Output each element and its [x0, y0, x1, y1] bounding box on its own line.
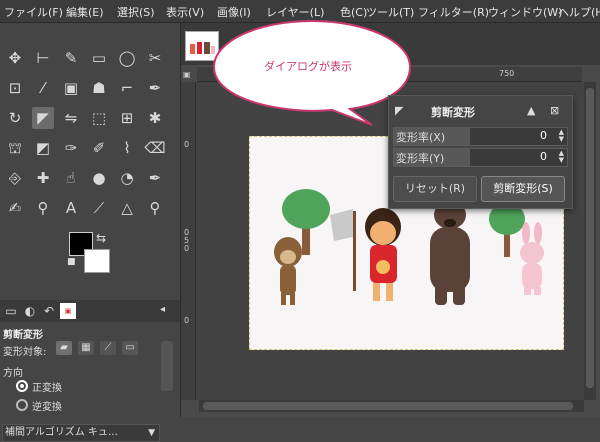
panel-menu-icon[interactable]: ◂: [160, 304, 165, 315]
vruler-label: 0: [184, 316, 190, 325]
align-icon[interactable]: ⊢: [32, 47, 54, 69]
horizontal-scroll-thumb[interactable]: [203, 402, 573, 410]
transform-path-icon[interactable]: ⟋: [100, 341, 116, 355]
swap-colors-icon[interactable]: ⇆: [96, 231, 106, 245]
shear-tool-icon: ◤: [395, 104, 404, 117]
paths-icon[interactable]: ✒: [144, 77, 166, 99]
shear-y-label: 変形率(Y): [396, 152, 445, 165]
eraser-icon[interactable]: ⌫: [144, 137, 166, 159]
rotate-icon[interactable]: ↻: [4, 107, 26, 129]
vertical-scroll-thumb[interactable]: [586, 88, 594, 388]
ellipse-select-icon[interactable]: ◯: [116, 47, 138, 69]
transform-layer-icon[interactable]: ▰: [56, 341, 72, 355]
shear-y-field[interactable]: 変形率(Y) 0 ▲ ▼: [393, 148, 568, 167]
tool-options-tab-icon[interactable]: ▭: [3, 303, 19, 319]
heal-icon[interactable]: ✚: [32, 167, 54, 189]
dodge-icon[interactable]: ◔: [116, 167, 138, 189]
transform-target-label: 変形対象:: [3, 347, 47, 358]
airbrush-icon[interactable]: ⌇: [116, 137, 138, 159]
chevron-down-icon: ▼: [148, 428, 155, 438]
clone-icon[interactable]: ⎆: [4, 167, 26, 189]
flip-icon[interactable]: ⇋: [60, 107, 82, 129]
move-icon[interactable]: ✥: [4, 47, 26, 69]
blur-icon[interactable]: ●: [88, 167, 110, 189]
default-colors-icon[interactable]: ■: [67, 257, 76, 267]
warp-icon[interactable]: ✱: [144, 107, 166, 129]
gradient-icon[interactable]: ◩: [32, 137, 54, 159]
menu-help[interactable]: ヘルプ(H): [558, 4, 600, 20]
images-tab-icon[interactable]: ▣: [60, 303, 76, 319]
interpolation-dropdown[interactable]: 補間アルゴリズム キュ… ▼: [2, 424, 160, 442]
color-select-icon[interactable]: ▣: [60, 77, 82, 99]
direction-backward-radio[interactable]: [16, 399, 28, 411]
undo-history-tab-icon[interactable]: ↶: [41, 303, 57, 319]
transform-image-icon[interactable]: ▭: [122, 341, 138, 355]
horizontal-scrollbar[interactable]: [199, 400, 584, 412]
menu-select[interactable]: 選択(S): [117, 4, 155, 20]
magic-wand-icon[interactable]: ⁄: [32, 77, 54, 99]
ruler-label-750: 750: [499, 69, 515, 78]
cage-transform-icon[interactable]: ⊞: [116, 107, 138, 129]
pencil-icon[interactable]: ✐: [88, 137, 110, 159]
color-picker-icon[interactable]: ⟋: [88, 197, 110, 219]
direction-forward-label: 正変換: [32, 383, 62, 394]
shear-x-value[interactable]: 0: [540, 129, 547, 142]
shear-x-field[interactable]: 変形率(X) 0 ▲ ▼: [393, 127, 568, 146]
crop-icon[interactable]: ⌐: [116, 77, 138, 99]
dialog-title: 剪断変形: [431, 106, 475, 119]
scissors-icon[interactable]: ✂: [144, 47, 166, 69]
direction-label: 方向: [3, 368, 23, 379]
text-icon[interactable]: A: [60, 197, 82, 219]
smudge-icon[interactable]: ☝: [60, 167, 82, 189]
zoom-icon[interactable]: ⚲: [144, 197, 166, 219]
menu-view[interactable]: 表示(V): [166, 4, 204, 20]
tool-options-scrollbar[interactable]: [161, 341, 173, 391]
tool-options-title: 剪断変形: [3, 330, 43, 341]
rect-select-icon[interactable]: ▭: [88, 47, 110, 69]
interpolation-label: 補間アルゴリズム キュ…: [5, 427, 118, 438]
close-icon[interactable]: ⊠: [550, 104, 559, 117]
bucket-fill-icon[interactable]: ⛫: [4, 137, 26, 159]
foreground-select-icon[interactable]: ☗: [88, 77, 110, 99]
ink-icon[interactable]: ✒: [144, 167, 166, 189]
vertical-scrollbar[interactable]: [584, 82, 596, 400]
menu-file[interactable]: ファイル(F): [4, 4, 63, 20]
shear-icon[interactable]: ◤: [32, 107, 54, 129]
free-select-icon[interactable]: ✎: [60, 47, 82, 69]
menu-filters[interactable]: フィルター(R): [418, 4, 489, 20]
ruler-corner-icon[interactable]: ▣: [183, 70, 191, 79]
spinner-icon[interactable]: ▲ ▼: [559, 150, 564, 164]
mypaint-brush-icon[interactable]: ✍: [4, 197, 26, 219]
paintbrush-icon[interactable]: ✑: [60, 137, 82, 159]
vertical-ruler[interactable]: 0 0 5 0 0: [181, 82, 196, 400]
direction-backward-label: 逆変換: [32, 402, 62, 413]
shear-y-value[interactable]: 0: [540, 150, 547, 163]
shear-x-label: 変形率(X): [396, 131, 446, 144]
menu-windows[interactable]: ウィンドウ(W): [488, 4, 562, 20]
toolbox: ✥ ⊢ ✎ ▭ ◯ ✂ ⊡ ⁄ ▣ ☗ ⌐ ✒ ↻ ◤ ⇋ ⬚ ⊞ ✱ ⛫ ◩ ✑ ✐ ⌇ ⌫ ⎆ ✚ ☝ ● ◔ ✒ ✍ ⚲ A ⟋ △ ⚲ ⇆ ■…: [0, 23, 181, 442]
shear-apply-button[interactable]: 剪断変形(S): [481, 176, 565, 202]
menu-edit[interactable]: 編集(E): [66, 4, 104, 20]
shear-dialog: ◤ 剪断変形 ▲ ⊠ 変形率(X) 0 ▲ ▼ 変形率(Y) 0 ▲ ▼ リセット(…: [388, 95, 573, 209]
bubble-annotation-text: ダイアログが表示: [264, 60, 352, 73]
device-status-tab-icon[interactable]: ◐: [22, 303, 38, 319]
dock-tabs: ▭ ◐ ↶ ▣ ◂: [0, 300, 180, 322]
measure-icon[interactable]: △: [116, 197, 138, 219]
reset-button[interactable]: リセット(R): [393, 176, 477, 202]
spinner-icon[interactable]: ▲ ▼: [559, 129, 564, 143]
pin-icon[interactable]: ▲: [527, 104, 535, 117]
vruler-label: 0: [184, 244, 190, 253]
vruler-label: 0: [184, 140, 190, 149]
smudge-finger-icon[interactable]: ⚲: [32, 197, 54, 219]
background-color-swatch[interactable]: [84, 249, 110, 273]
perspective-icon[interactable]: ⬚: [88, 107, 110, 129]
fuzzy-select-icon[interactable]: ⊡: [4, 77, 26, 99]
direction-forward-radio[interactable]: [16, 380, 28, 392]
transform-selection-icon[interactable]: ▦: [78, 341, 94, 355]
